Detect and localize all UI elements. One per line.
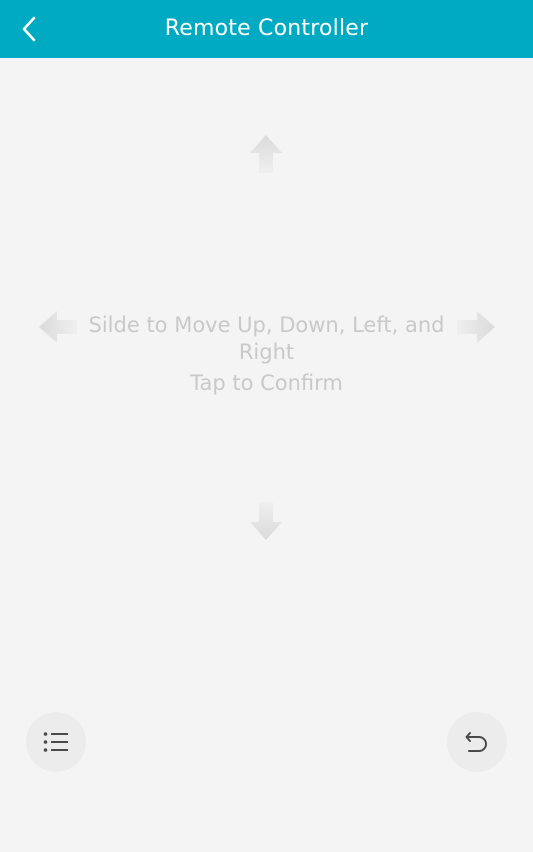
remote-controller-screen: Remote Controller Silde to Move Up, Down… <box>0 0 533 852</box>
top-app-bar: Remote Controller <box>0 0 533 58</box>
page-title: Remote Controller <box>164 16 369 41</box>
back-button[interactable] <box>12 12 46 46</box>
menu-button[interactable] <box>26 712 86 772</box>
undo-return-icon <box>465 732 487 752</box>
arrow-down-icon <box>250 502 282 540</box>
touch-control-pad[interactable]: Silde to Move Up, Down, Left, and Right … <box>0 58 533 852</box>
control-hint: Silde to Move Up, Down, Left, and Right … <box>84 312 449 397</box>
list-menu-icon <box>43 732 68 752</box>
chevron-left-icon <box>22 16 36 42</box>
control-hint-line2: Tap to Confirm <box>190 371 343 395</box>
arrow-up-icon <box>250 135 282 173</box>
control-hint-line1: Silde to Move Up, Down, Left, and Right <box>88 313 445 364</box>
arrow-right-icon <box>457 311 495 343</box>
arrow-left-icon <box>39 311 77 343</box>
return-button[interactable] <box>447 712 507 772</box>
